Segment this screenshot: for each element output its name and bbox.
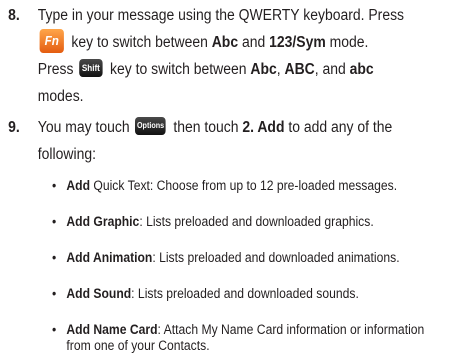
list-item: • Add Graphic: Lists preloaded and downl… — [52, 214, 374, 229]
list-item: • Add Animation: Lists preloaded and dow… — [52, 250, 400, 265]
step-9-line-1: You may touch Options then touch 2. Add … — [38, 114, 461, 141]
step-9-text: You may touch Options then touch 2. Add … — [38, 114, 461, 168]
list-item: • Add Quick Text: Choose from up to 12 p… — [52, 178, 398, 193]
bullet-icon: • — [52, 250, 57, 265]
options-key-icon: Options — [135, 116, 166, 135]
bullet-icon: • — [52, 286, 57, 301]
step-9-line-2: following: — [37, 146, 96, 163]
step-9: 9. You may touch Options then touch 2. A… — [0, 114, 423, 168]
add-options-list: • Add Quick Text: Choose from up to 12 p… — [52, 178, 428, 354]
step-8-line-3: Press Shift key to switch between Abc, A… — [38, 56, 461, 83]
bullet-icon: • — [52, 178, 57, 193]
list-item-continuation: from one of your Contacts. — [66, 338, 210, 353]
step-8-line-1: Type in your message using the QWERTY ke… — [37, 7, 405, 24]
list-item: • Add Sound: Lists preloaded and downloa… — [52, 286, 359, 301]
step-8-text: Type in your message using the QWERTY ke… — [38, 2, 461, 110]
step-8-line-4: modes. — [37, 88, 84, 105]
step-number: 8. — [8, 7, 20, 24]
shift-key-icon: Shift — [79, 58, 103, 77]
bullet-icon: • — [52, 214, 57, 229]
fn-key-icon: Fn — [39, 28, 64, 53]
bullet-icon: • — [52, 322, 57, 337]
step-8-line-2: Fn key to switch between Abc and 123/Sym… — [38, 28, 461, 56]
list-item: • Add Name Card: Attach My Name Card inf… — [52, 322, 470, 354]
manual-page: 8. Type in your message using the QWERTY… — [0, 0, 470, 359]
step-8: 8. Type in your message using the QWERTY… — [0, 2, 423, 110]
step-number: 9. — [8, 119, 20, 136]
